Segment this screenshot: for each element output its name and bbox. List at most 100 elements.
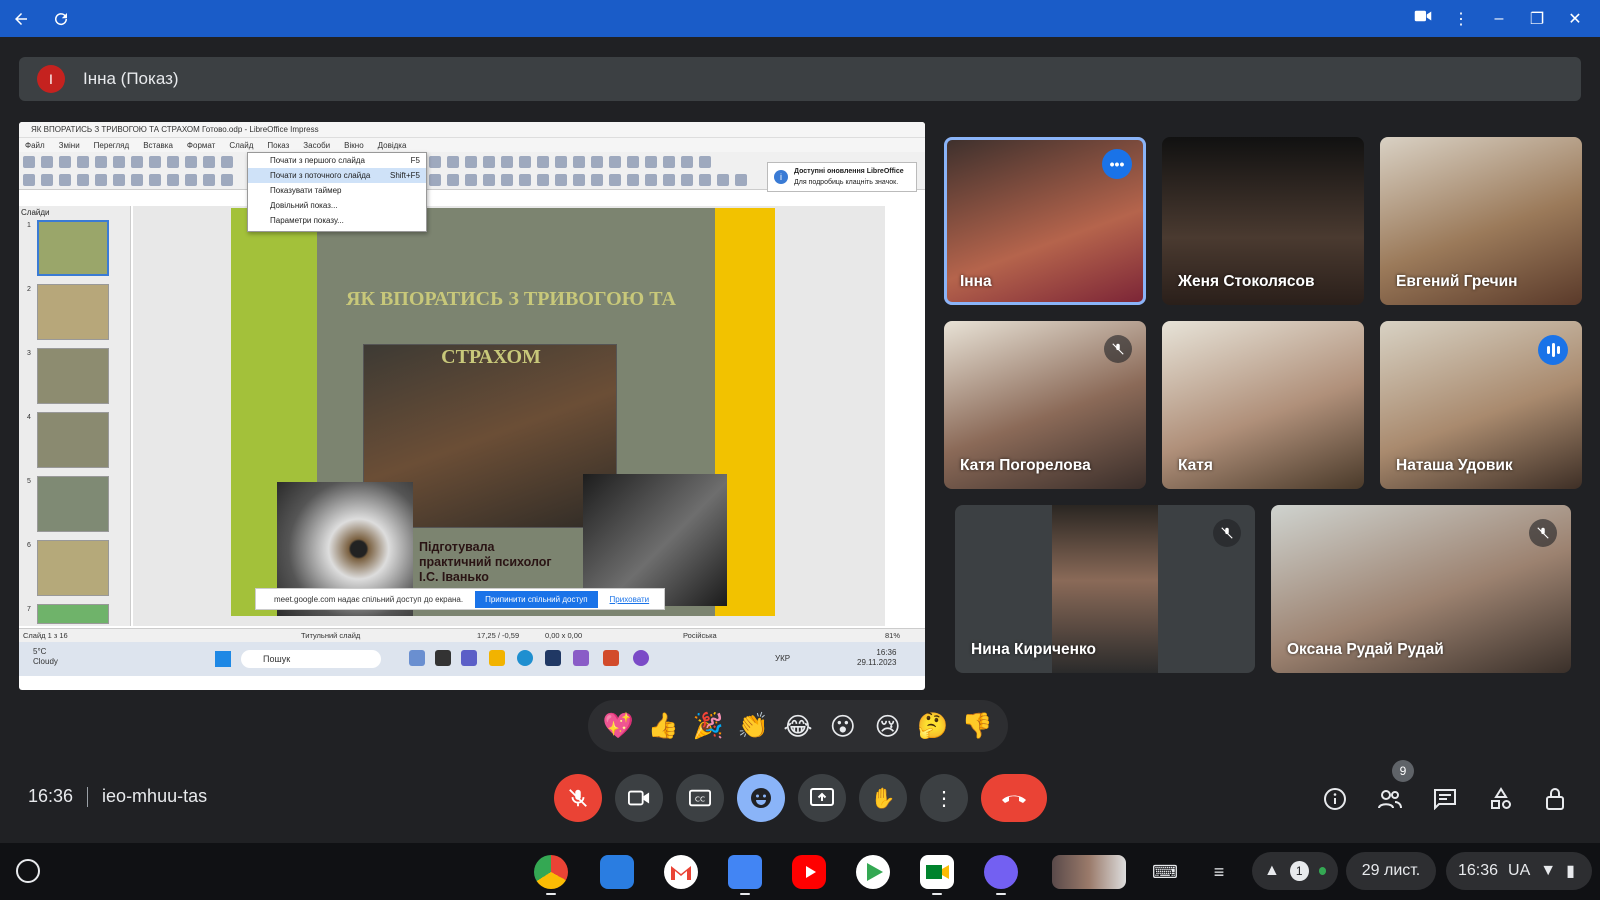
dropdown-item[interactable]: Параметри показу... bbox=[248, 213, 426, 228]
reaction-party-popper[interactable]: 🎉 bbox=[690, 711, 726, 741]
slide-thumbnail[interactable] bbox=[37, 348, 109, 404]
launcher-icon[interactable] bbox=[16, 859, 40, 883]
participant-name: Нина Кириченко bbox=[971, 641, 1096, 658]
keyboard-icon[interactable]: ⌨ bbox=[1152, 859, 1178, 885]
close-icon[interactable]: ✕ bbox=[1564, 9, 1586, 29]
windows-start-icon[interactable] bbox=[215, 651, 231, 667]
restore-icon[interactable]: ❐ bbox=[1526, 9, 1548, 29]
reaction-crying[interactable]: 😢 bbox=[870, 712, 906, 741]
media-controls-icon[interactable]: ≡ bbox=[1206, 859, 1232, 885]
end-call-icon bbox=[1002, 795, 1026, 803]
taskbar-clock[interactable]: 16:36 29.11.2023 bbox=[857, 648, 896, 668]
captions-button[interactable]: CC bbox=[676, 774, 724, 822]
taskbar-app-icon[interactable] bbox=[409, 650, 425, 666]
dropdown-item[interactable]: Почати з першого слайда F5 bbox=[248, 153, 426, 168]
leave-call-button[interactable] bbox=[981, 774, 1047, 822]
more-vert-icon[interactable]: ⋮ bbox=[1450, 9, 1472, 29]
play-store-icon[interactable] bbox=[856, 855, 890, 889]
chrome-icon[interactable] bbox=[534, 855, 568, 889]
participant-tile[interactable]: Наташа Удовик bbox=[1380, 321, 1582, 489]
current-slide[interactable]: ЯК ВПОРАТИСЬ З ТРИВОГОЮ ТА СТРАХОМ Підго… bbox=[231, 208, 775, 616]
reactions-bar: 💖 👍 🎉 👏 😂 😮 😢 🤔 👎 bbox=[588, 700, 1008, 752]
raise-hand-button[interactable]: ✋ bbox=[859, 774, 907, 822]
participant-name: Катя Погорелова bbox=[960, 457, 1091, 474]
taskbar-search[interactable]: Пошук bbox=[241, 650, 381, 668]
date-tray[interactable]: 29 лист. bbox=[1346, 852, 1436, 890]
weather-widget[interactable]: 5°C Cloudy bbox=[33, 647, 58, 667]
menu-item[interactable]: Зміни bbox=[59, 141, 80, 150]
slide-thumbnail[interactable] bbox=[37, 540, 109, 596]
slide-thumbnail[interactable] bbox=[37, 284, 109, 340]
participant-tile[interactable]: Женя Стоколясов bbox=[1162, 137, 1364, 305]
back-icon[interactable] bbox=[10, 8, 32, 30]
taskbar-language[interactable]: УКР bbox=[775, 654, 790, 663]
people-button[interactable] bbox=[1375, 784, 1405, 814]
impress-icon[interactable] bbox=[603, 650, 619, 666]
hide-share-bar-link[interactable]: Приховати bbox=[610, 595, 650, 604]
taskbar-app-icon[interactable] bbox=[461, 650, 477, 666]
minimize-icon[interactable]: – bbox=[1488, 10, 1510, 28]
menu-item[interactable]: Файл bbox=[25, 141, 45, 150]
present-screen-button[interactable] bbox=[798, 774, 846, 822]
youtube-icon[interactable] bbox=[792, 855, 826, 889]
participant-tile[interactable]: Нина Кириченко bbox=[955, 505, 1255, 673]
participant-tile[interactable]: Евгений Гречин bbox=[1380, 137, 1582, 305]
slide-thumbnail[interactable] bbox=[37, 220, 109, 276]
menu-item[interactable]: Довідка bbox=[378, 141, 407, 150]
more-options-icon[interactable]: ••• bbox=[1102, 149, 1132, 179]
folder-icon[interactable] bbox=[489, 650, 505, 666]
reaction-thumbs-up[interactable]: 👍 bbox=[645, 711, 681, 741]
window-preview[interactable] bbox=[1052, 855, 1126, 889]
people-icon bbox=[1378, 790, 1402, 809]
participant-tile[interactable]: ••• Інна bbox=[944, 137, 1146, 305]
menu-item[interactable]: Показ bbox=[267, 141, 289, 150]
taskbar-app-icon[interactable] bbox=[435, 650, 451, 666]
reaction-thumbs-down[interactable]: 👎 bbox=[959, 711, 995, 741]
menu-item[interactable]: Засоби bbox=[303, 141, 330, 150]
activities-button[interactable] bbox=[1486, 784, 1516, 814]
slide-thumbnail[interactable] bbox=[37, 476, 109, 532]
emoji-reactions-button[interactable] bbox=[737, 774, 785, 822]
menu-item[interactable]: Слайд bbox=[229, 141, 253, 150]
reaction-surprised[interactable]: 😮 bbox=[825, 712, 861, 741]
slide-thumbnail[interactable] bbox=[37, 412, 109, 468]
reaction-laughing[interactable]: 😂 bbox=[780, 712, 816, 741]
menu-item[interactable]: Вставка bbox=[143, 141, 173, 150]
participant-tile[interactable]: Оксана Рудай Рудай bbox=[1271, 505, 1571, 673]
menu-item[interactable]: Вікно bbox=[344, 141, 363, 150]
files-icon[interactable] bbox=[600, 855, 634, 889]
menu-item[interactable]: Перегляд bbox=[94, 141, 130, 150]
stop-sharing-button[interactable]: Припинити спільний доступ bbox=[475, 590, 598, 608]
menu-item[interactable]: Формат bbox=[187, 141, 215, 150]
meeting-details-button[interactable] bbox=[1320, 784, 1350, 814]
dropdown-item[interactable]: Довільний показ... bbox=[248, 198, 426, 213]
viber-icon[interactable] bbox=[984, 855, 1018, 889]
docs-icon[interactable] bbox=[728, 855, 762, 889]
meet-icon[interactable] bbox=[920, 855, 954, 889]
reaction-sparkling-heart[interactable]: 💖 bbox=[600, 711, 636, 741]
host-controls-button[interactable] bbox=[1540, 784, 1570, 814]
participant-tile[interactable]: Катя Погорелова bbox=[944, 321, 1146, 489]
taskbar-app-icon[interactable] bbox=[573, 650, 589, 666]
taskbar-app-icon[interactable] bbox=[545, 650, 561, 666]
gmail-icon[interactable] bbox=[664, 855, 698, 889]
reaction-clapping[interactable]: 👏 bbox=[735, 711, 771, 741]
chat-button[interactable] bbox=[1430, 784, 1460, 814]
libreoffice-menubar: Файл Зміни Перегляд Вставка Формат Слайд… bbox=[19, 138, 925, 152]
more-options-button[interactable]: ⋮ bbox=[920, 774, 968, 822]
edge-icon[interactable] bbox=[517, 650, 533, 666]
camera-icon[interactable] bbox=[1412, 9, 1434, 28]
dropdown-item-selected[interactable]: Почати з поточного слайда Shift+F5 bbox=[248, 168, 426, 183]
participant-tile[interactable]: Катя bbox=[1162, 321, 1364, 489]
update-notification[interactable]: i Доступні оновлення LibreOffice Для под… bbox=[767, 162, 917, 192]
reaction-thinking[interactable]: 🤔 bbox=[915, 711, 951, 741]
slide-thumbnail[interactable] bbox=[37, 604, 109, 624]
system-tray[interactable]: 16:36 UA ▼ ▮ bbox=[1446, 852, 1592, 890]
notification-tray[interactable]: ▲ 1 bbox=[1252, 852, 1338, 890]
viber-icon[interactable] bbox=[633, 650, 649, 666]
refresh-icon[interactable] bbox=[50, 8, 72, 30]
dropdown-item[interactable]: Показувати таймер bbox=[248, 183, 426, 198]
mic-toggle-button[interactable] bbox=[554, 774, 602, 822]
weather-condition: Cloudy bbox=[33, 657, 58, 666]
camera-toggle-button[interactable] bbox=[615, 774, 663, 822]
